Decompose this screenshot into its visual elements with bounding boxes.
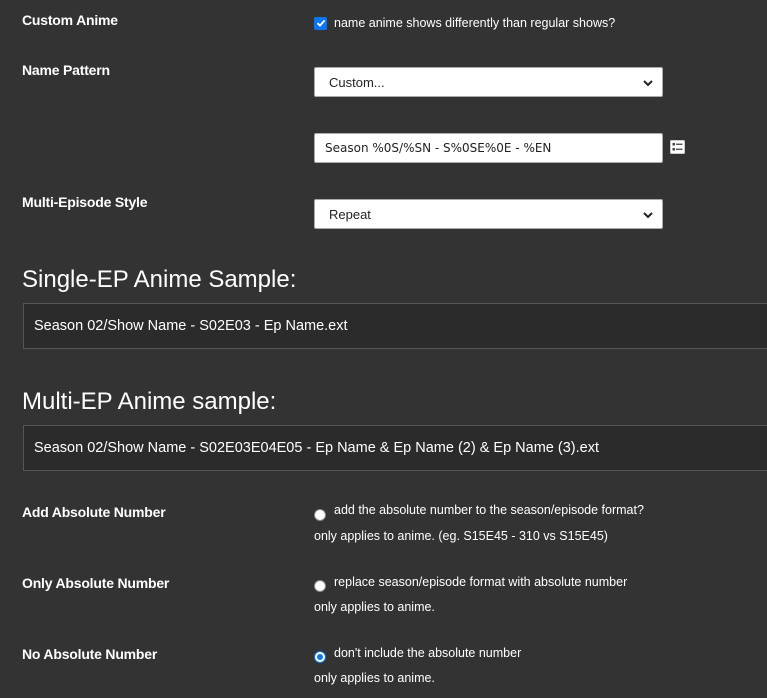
add-absolute-number-label: Add Absolute Number [22, 504, 166, 520]
custom-anime-checkbox[interactable] [314, 16, 327, 30]
no-absolute-number-label: No Absolute Number [22, 646, 158, 662]
multi-ep-sample-value: Season 02/Show Name - S02E03E04E05 - Ep … [34, 440, 599, 456]
name-pattern-label: Name Pattern [22, 62, 110, 78]
list-details-icon[interactable] [670, 140, 685, 159]
only-absolute-number-radio-label: replace season/episode format with absol… [334, 575, 628, 589]
single-ep-sample-heading: Single-EP Anime Sample: [22, 266, 297, 293]
multi-ep-sample-box: Season 02/Show Name - S02E03E04E05 - Ep … [23, 425, 767, 471]
add-absolute-number-helper: only applies to anime. (eg. S15E45 - 310… [314, 529, 608, 543]
only-absolute-number-helper: only applies to anime. [314, 600, 435, 614]
multi-episode-style-label: Multi-Episode Style [22, 194, 148, 210]
chevron-down-icon [643, 80, 653, 87]
custom-anime-option[interactable]: name anime shows differently than regula… [314, 16, 615, 30]
name-pattern-custom-input[interactable]: Season %0S/%SN - S%0SE%0E - %EN [314, 133, 663, 163]
checkmark-icon [316, 19, 325, 27]
custom-anime-label: Custom Anime [22, 12, 118, 28]
add-absolute-number-radio-label: add the absolute number to the season/ep… [334, 503, 644, 517]
single-ep-sample-value: Season 02/Show Name - S02E03 - Ep Name.e… [34, 318, 348, 334]
no-absolute-number-radio-label: don't include the absolute number [334, 646, 522, 660]
single-ep-sample-box: Season 02/Show Name - S02E03 - Ep Name.e… [23, 303, 767, 349]
chevron-down-icon [643, 212, 653, 219]
only-absolute-number-radio[interactable] [314, 580, 326, 592]
name-pattern-custom-value: Season %0S/%SN - S%0SE%0E - %EN [325, 141, 552, 155]
multi-episode-selected-value: Repeat [329, 206, 371, 222]
multi-episode-style-select[interactable]: Repeat [314, 199, 663, 229]
multi-ep-sample-heading: Multi-EP Anime sample: [22, 388, 277, 415]
no-absolute-number-helper: only applies to anime. [314, 671, 435, 685]
name-pattern-selected-value: Custom... [329, 74, 385, 90]
name-pattern-select[interactable]: Custom... [314, 67, 663, 97]
custom-anime-checkbox-label: name anime shows differently than regula… [334, 16, 616, 30]
only-absolute-number-label: Only Absolute Number [22, 575, 170, 591]
add-absolute-number-radio[interactable] [314, 509, 326, 521]
no-absolute-number-radio[interactable] [314, 651, 326, 663]
